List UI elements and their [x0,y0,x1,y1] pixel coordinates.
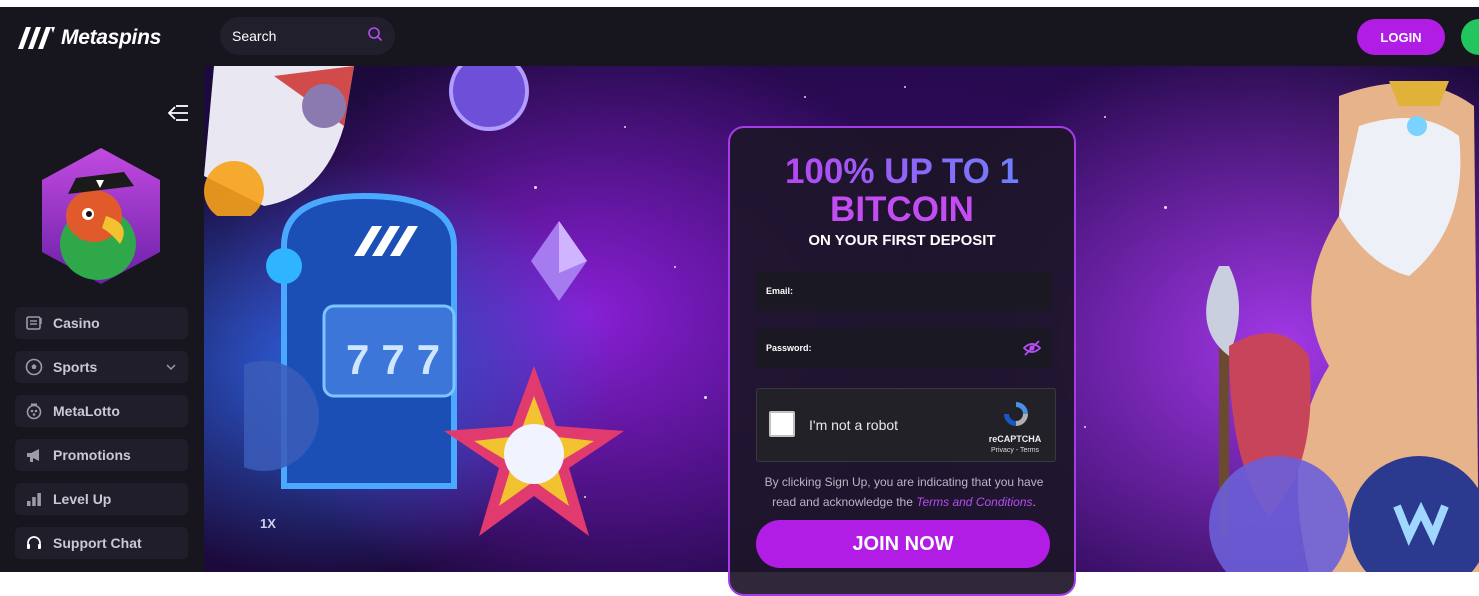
recaptcha-brand: reCAPTCHA [988,434,1042,444]
slot-reel: 7 [381,336,405,383]
password-label: Password: [766,343,812,353]
search-icon [367,26,383,47]
promo-subtitle: ON YOUR FIRST DEPOSIT [808,232,996,249]
email-field[interactable]: Email: [756,271,1052,311]
headset-icon [23,532,45,554]
collapse-sidebar-icon[interactable] [166,102,190,124]
sidebar-item-label: Promotions [53,447,131,463]
megaphone-icon [23,444,45,466]
top-bar: Metaspins Search LOGIN [0,7,1479,66]
sidebar-item-sports[interactable]: Sports [15,351,188,383]
signup-card: 100% UP TO 1 BITCOIN ON YOUR FIRST DEPOS… [728,126,1076,596]
multiplier-badge: 1X [260,516,276,531]
login-button[interactable]: LOGIN [1357,19,1445,55]
metaspins-logo-icon [14,25,56,51]
lottery-icon [23,400,45,422]
signup-button[interactable] [1461,19,1479,55]
search-label: Search [232,28,277,44]
password-input[interactable] [811,340,1052,356]
slot-reel: 7 [346,336,370,383]
sidebar-item-label: Level Up [53,491,112,507]
bar-chart-icon [23,488,45,510]
recaptcha-logo-icon [1001,399,1031,429]
search-input[interactable]: Search [220,17,395,55]
promo-title: 100% UP TO 1 [730,152,1074,192]
password-field[interactable]: Password: [756,328,1052,368]
sidebar-item-label: Support Chat [53,535,142,551]
recaptcha-privacy-terms-link[interactable]: Privacy - Terms [979,447,1051,454]
coin-graphic [449,66,529,131]
parrot-mascot-avatar [36,144,166,288]
sidebar-item-promotions[interactable]: Promotions [15,439,188,471]
sidebar-item-support-chat[interactable]: Support Chat [15,527,188,559]
slot-reels: 7 7 7 [346,336,440,384]
slot-machine-icon [23,312,45,334]
sidebar: Casino Sports MetaLotto Promotions Level… [0,66,204,572]
site-logo[interactable]: Metaspins [14,25,161,51]
recaptcha-label: I'm not a robot [809,417,899,433]
zeus-character-graphic [1206,81,1479,572]
chevron-down-icon[interactable] [166,358,176,376]
sidebar-item-metalotto[interactable]: MetaLotto [15,395,188,427]
promo-title-currency: BITCOIN [830,190,974,229]
hide-password-icon[interactable] [1022,339,1042,362]
sidebar-item-label: MetaLotto [53,403,120,419]
soccer-ball-icon [23,356,45,378]
email-label: Email: [766,286,794,296]
brand-name: Metaspins [61,26,161,49]
sidebar-item-casino[interactable]: Casino [15,307,188,339]
sidebar-item-label: Casino [53,315,100,331]
consent-text: By clicking Sign Up, you are indicating … [756,472,1052,512]
email-input[interactable] [793,283,1052,299]
gem-star-graphic [444,366,624,536]
sidebar-item-label: Sports [53,359,98,375]
recaptcha-widget: I'm not a robot reCAPTCHA Privacy - Term… [756,388,1056,462]
sidebar-item-level-up[interactable]: Level Up [15,483,188,515]
ethereum-diamond-graphic [531,221,587,301]
terms-link[interactable]: Terms and Conditions [916,495,1032,509]
recaptcha-checkbox[interactable] [769,411,795,437]
consent-end: . [1032,495,1036,509]
join-now-button[interactable]: JOIN NOW [756,520,1050,568]
